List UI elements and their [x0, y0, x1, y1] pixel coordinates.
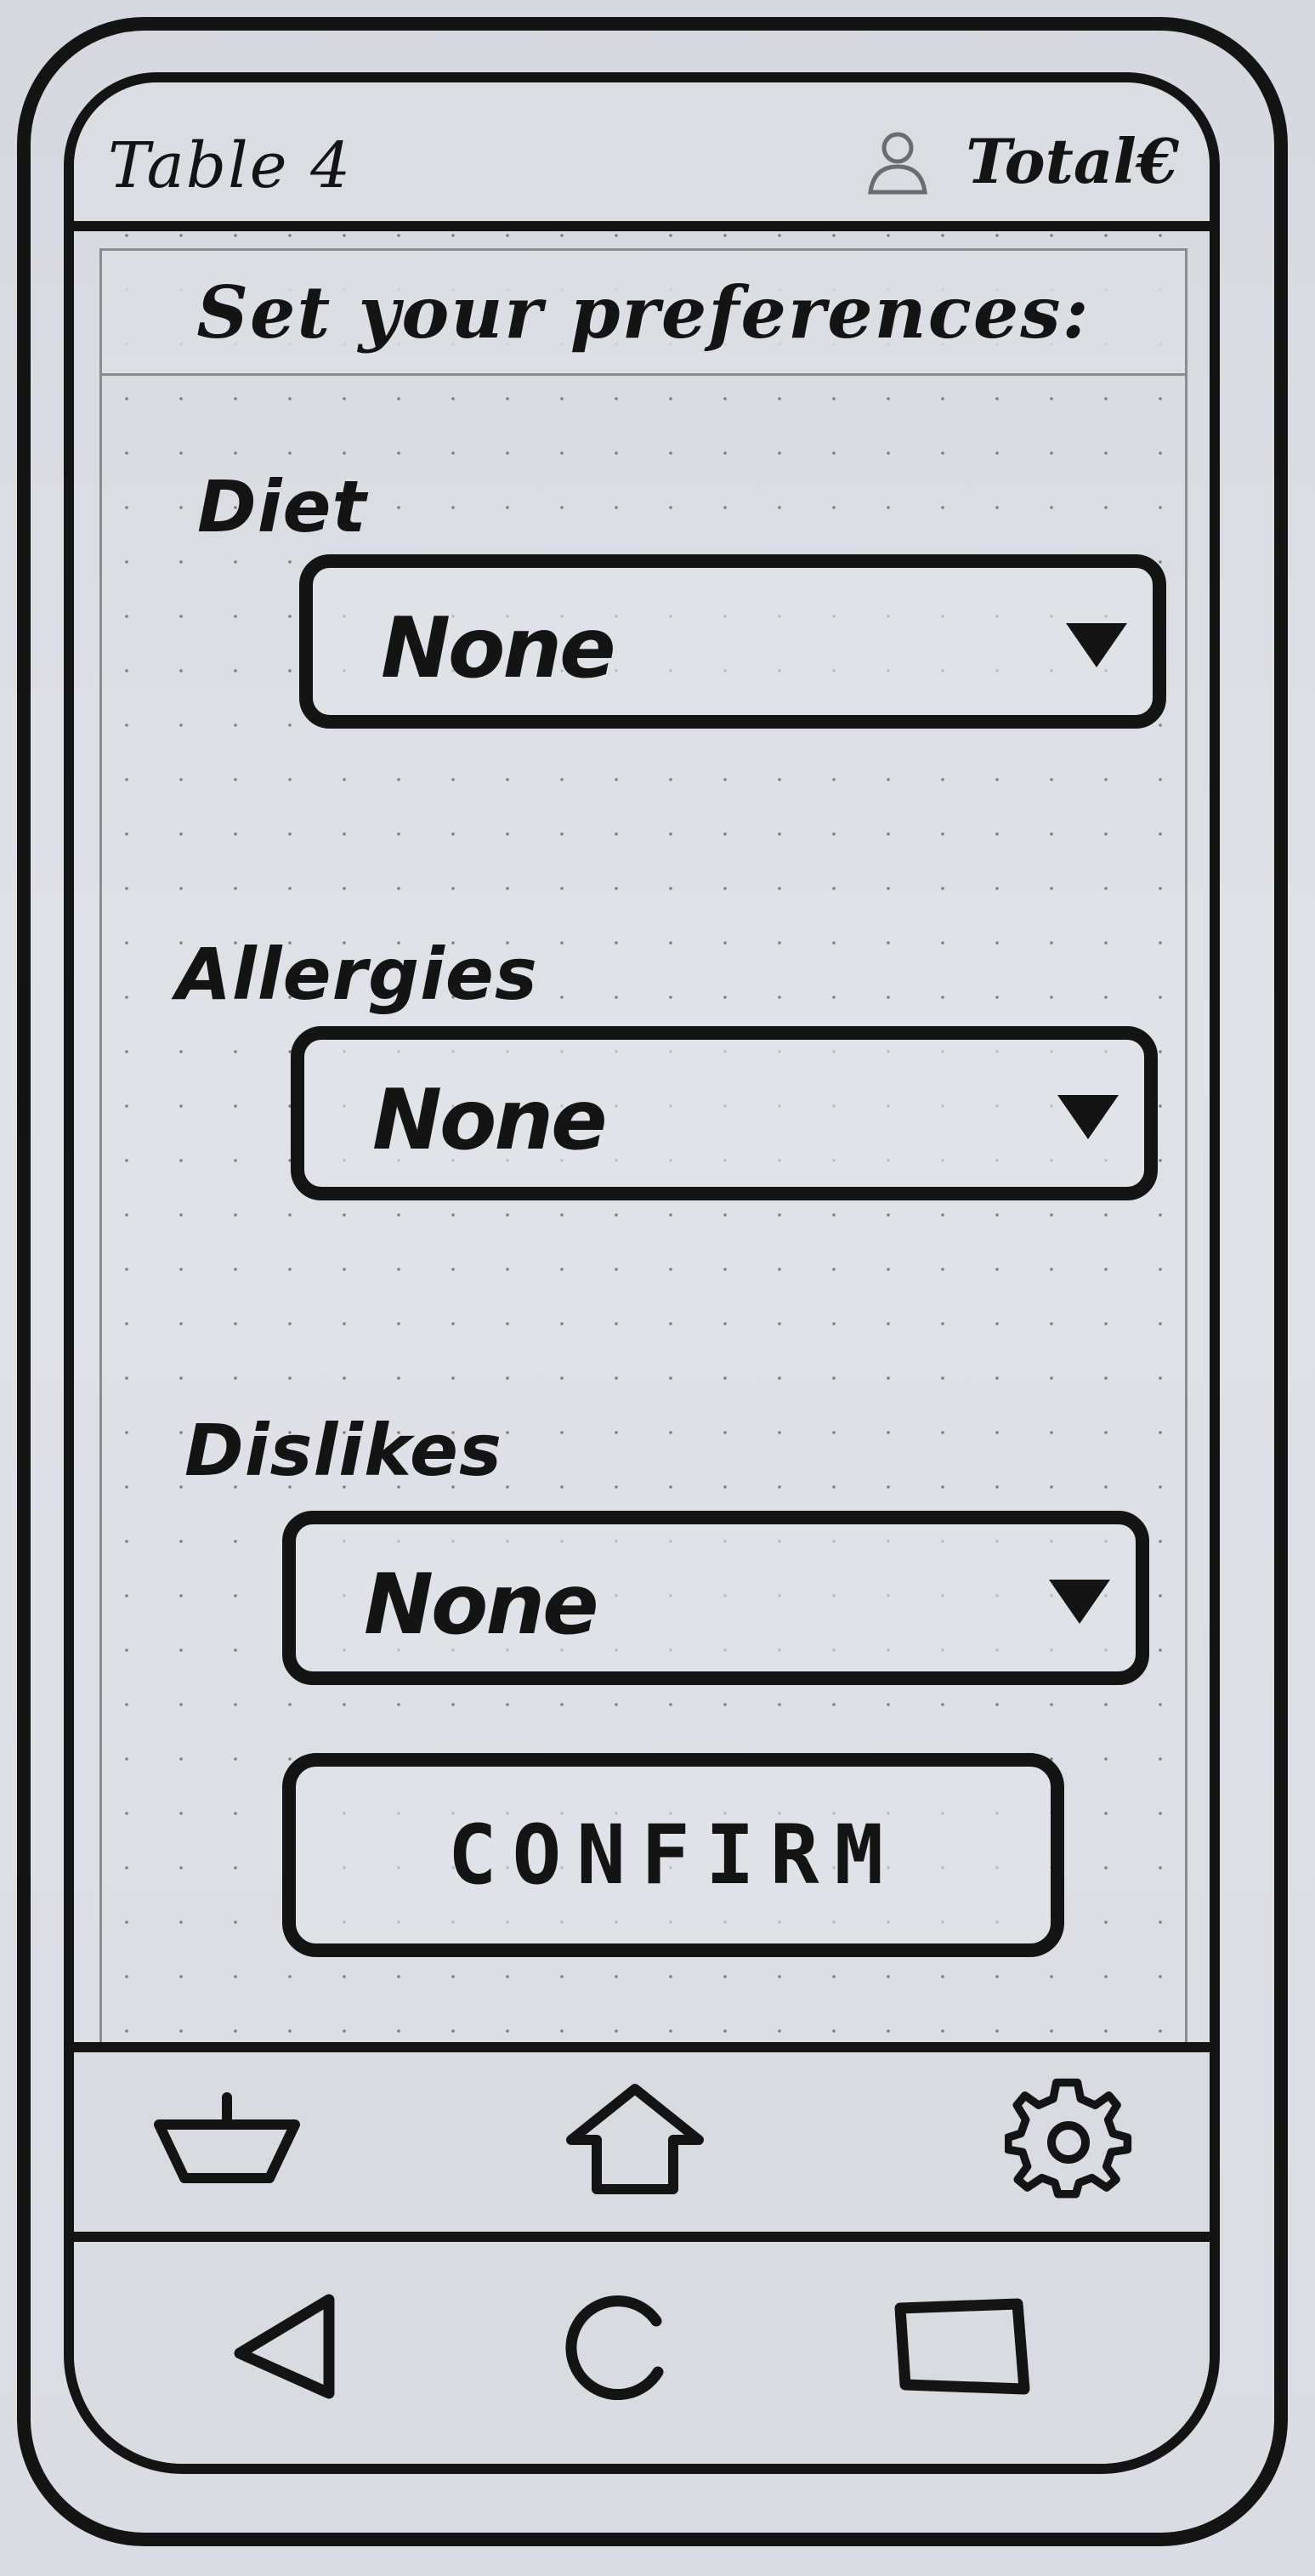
gear-icon — [1004, 2076, 1132, 2207]
allergies-value: None — [372, 1072, 608, 1169]
allergies-label: Allergies — [176, 933, 538, 1016]
system-nav-bar — [74, 2242, 1210, 2464]
diet-dropdown[interactable]: None — [299, 554, 1166, 729]
dropdown-arrow-icon — [1057, 1095, 1119, 1139]
page-title: Set your preferences: — [196, 270, 1091, 355]
recents-icon — [890, 2295, 1034, 2401]
home-icon — [558, 2080, 711, 2203]
basket-icon — [150, 2089, 303, 2194]
dropdown-arrow-icon — [1049, 1580, 1110, 1624]
diet-label: Diet — [197, 465, 367, 548]
app-bottom-nav — [74, 2042, 1210, 2242]
dislikes-label: Dislikes — [184, 1409, 502, 1492]
status-right-group: Total€ — [864, 125, 1179, 197]
allergies-dropdown[interactable]: None — [291, 1026, 1158, 1200]
table-label: Table 4 — [108, 129, 353, 202]
dislikes-value: None — [364, 1557, 599, 1654]
back-icon — [227, 2287, 346, 2409]
total-label[interactable]: Total€ — [966, 125, 1179, 197]
dropdown-arrow-icon — [1066, 623, 1127, 667]
phone-screen: Table 4 Total€ Set your preferences: Die… — [64, 72, 1220, 2474]
basket-button[interactable] — [150, 2078, 303, 2205]
confirm-label: CONFIRM — [447, 1807, 899, 1903]
diet-value: None — [381, 600, 616, 697]
page-header: Set your preferences: — [99, 248, 1187, 376]
settings-button[interactable] — [992, 2078, 1145, 2205]
dislikes-dropdown[interactable]: None — [282, 1511, 1149, 1685]
status-bar: Table 4 Total€ — [74, 82, 1210, 231]
user-icon[interactable] — [864, 128, 932, 196]
recents-button[interactable] — [890, 2284, 1034, 2412]
system-home-button[interactable] — [550, 2284, 694, 2412]
home-button[interactable] — [558, 2078, 711, 2205]
home-circle-icon — [563, 2287, 682, 2409]
back-button[interactable] — [214, 2284, 359, 2412]
confirm-button[interactable]: CONFIRM — [282, 1753, 1064, 1957]
